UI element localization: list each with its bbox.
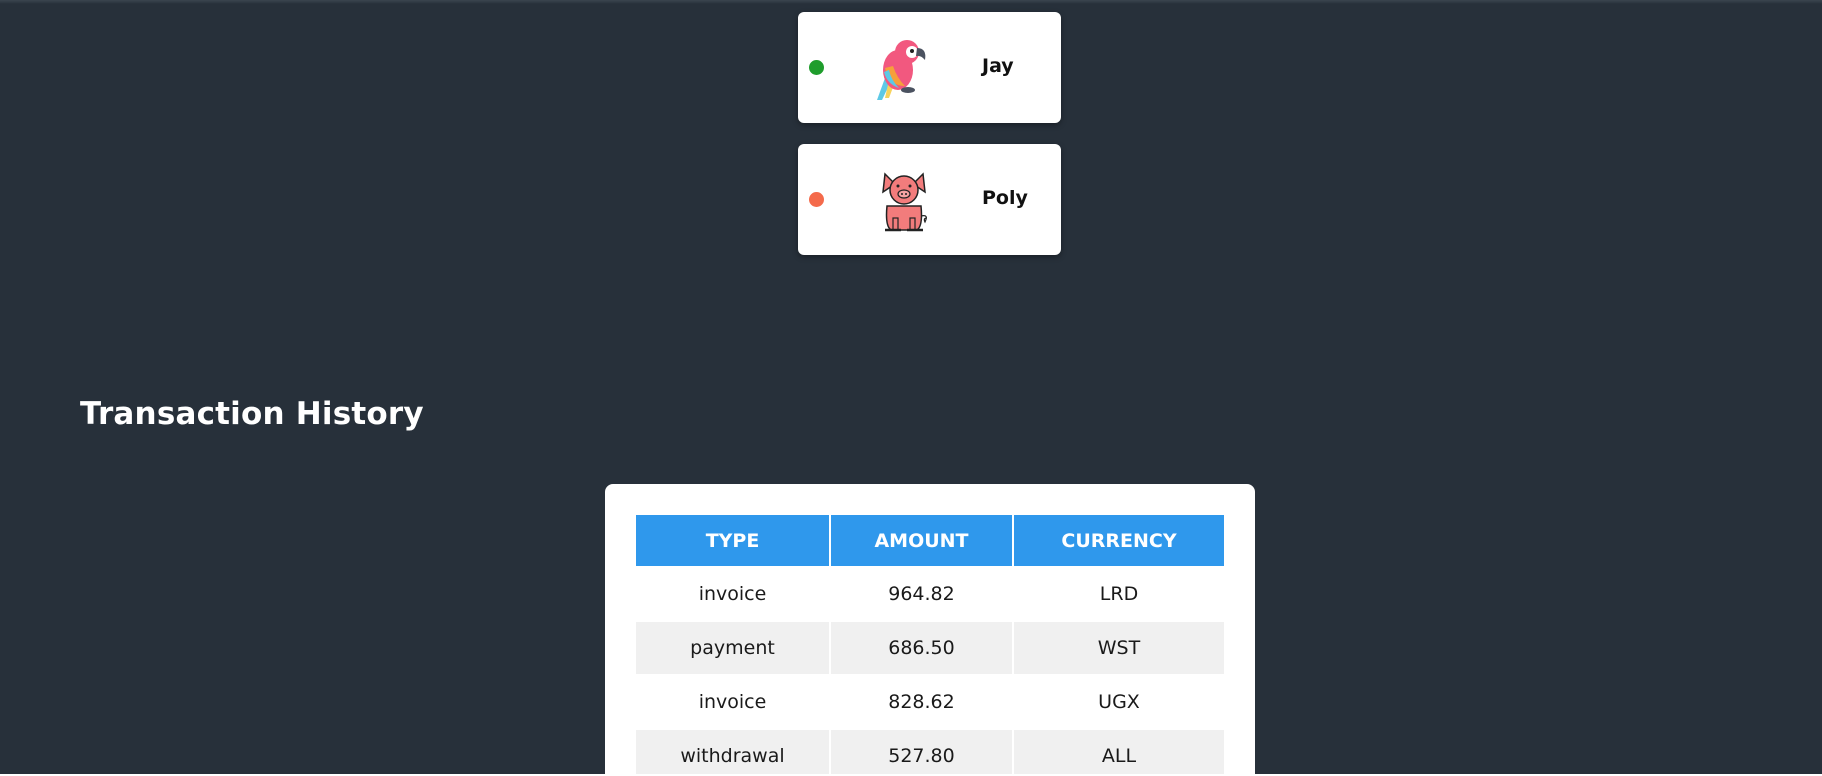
parrot-icon: [877, 40, 926, 100]
cell-currency: LRD: [1014, 568, 1224, 622]
offline-status-indicator: [809, 192, 824, 207]
cell-type: payment: [636, 622, 829, 676]
cell-amount: 686.50: [831, 622, 1012, 676]
transaction-table-card: TYPE AMOUNT CURRENCY invoice 964.82 LRD …: [605, 484, 1255, 774]
cell-amount: 828.62: [831, 676, 1012, 730]
column-header-type: TYPE: [636, 515, 829, 568]
friend-list: Jay Poly: [798, 12, 1061, 276]
column-header-currency: CURRENCY: [1014, 515, 1224, 568]
cell-currency: ALL: [1014, 730, 1224, 774]
table-row: payment 686.50 WST: [636, 622, 1224, 676]
cell-amount: 527.80: [831, 730, 1012, 774]
column-header-amount: AMOUNT: [831, 515, 1012, 568]
cell-type: invoice: [636, 568, 829, 622]
table-row: withdrawal 527.80 ALL: [636, 730, 1224, 774]
table-header-row: TYPE AMOUNT CURRENCY: [636, 515, 1224, 568]
friend-name: Poly: [982, 187, 1028, 209]
page: Jay Poly Transaction History TYPE AMOUNT…: [0, 0, 1822, 774]
friend-card[interactable]: Poly: [798, 144, 1061, 255]
top-shadow: [0, 0, 1822, 4]
friend-card[interactable]: Jay: [798, 12, 1061, 123]
transaction-table: TYPE AMOUNT CURRENCY invoice 964.82 LRD …: [634, 515, 1226, 774]
pig-icon: [882, 172, 928, 232]
friend-name: Jay: [982, 55, 1014, 77]
cell-currency: WST: [1014, 622, 1224, 676]
cell-currency: UGX: [1014, 676, 1224, 730]
table-row: invoice 964.82 LRD: [636, 568, 1224, 622]
cell-type: withdrawal: [636, 730, 829, 774]
cell-amount: 964.82: [831, 568, 1012, 622]
cell-type: invoice: [636, 676, 829, 730]
section-title: Transaction History: [80, 396, 424, 432]
table-row: invoice 828.62 UGX: [636, 676, 1224, 730]
online-status-indicator: [809, 60, 824, 75]
